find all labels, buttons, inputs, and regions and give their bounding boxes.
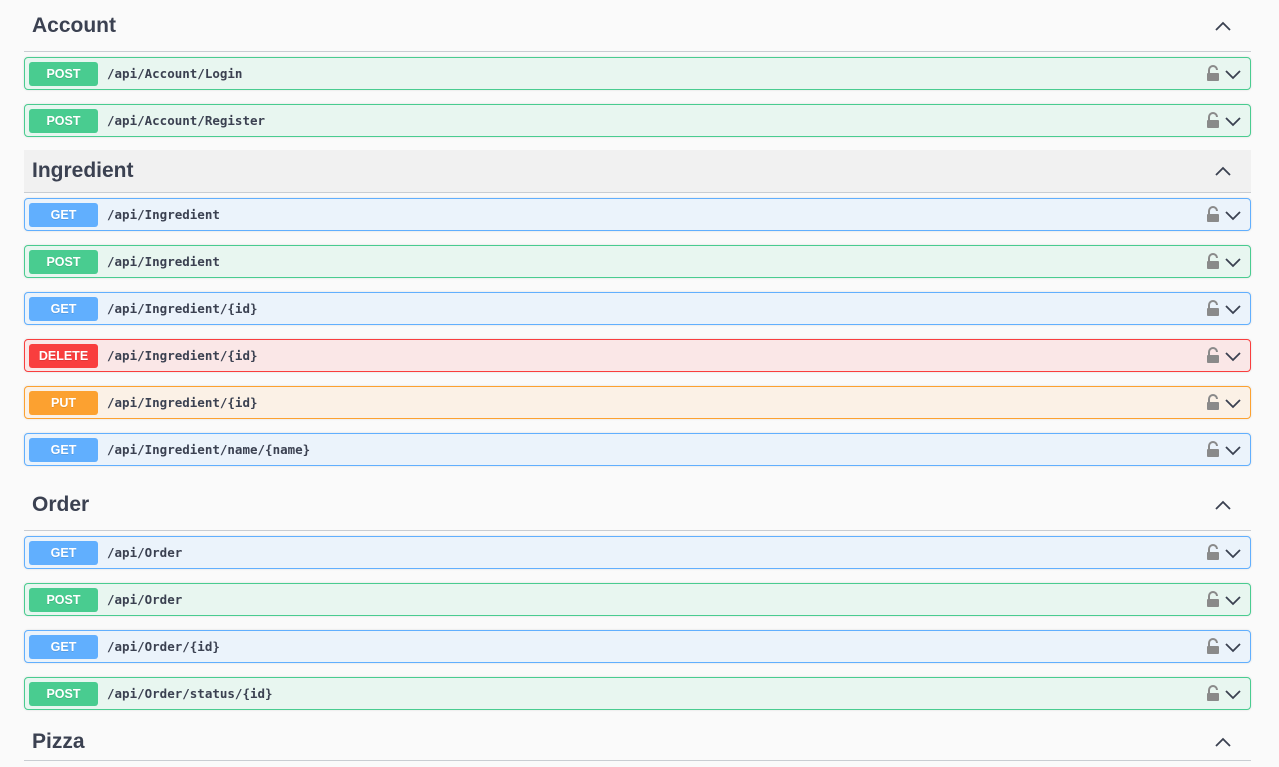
endpoint-path: /api/Ingredient/{id}: [107, 301, 258, 316]
opblock-post[interactable]: POST/api/Order: [24, 583, 1251, 616]
opblock-post[interactable]: POST/api/Order/status/{id}: [24, 677, 1251, 710]
chevron-down-icon[interactable]: [1224, 350, 1242, 362]
method-badge: GET: [29, 634, 98, 659]
tag-section-account: Account POST/api/Account/Login POST/api/Ac…: [24, 0, 1251, 137]
chevron-down-icon[interactable]: [1224, 115, 1242, 127]
lock-icon[interactable]: [1206, 206, 1220, 223]
chevron-down-icon[interactable]: [1224, 547, 1242, 559]
tag-header[interactable]: Order: [24, 479, 1251, 531]
chevron-up-icon[interactable]: [1209, 157, 1237, 185]
method-badge: GET: [29, 540, 98, 565]
chevron-down-icon[interactable]: [1224, 444, 1242, 456]
opblock-put[interactable]: PUT/api/Ingredient/{id}: [24, 386, 1251, 419]
chevron-down-icon[interactable]: [1224, 68, 1242, 80]
opblock-actions: [1206, 65, 1242, 82]
tag-section-order: Order GET/api/Order POST/api/Order GET/api/…: [24, 479, 1251, 710]
method-badge: POST: [29, 587, 98, 612]
endpoint-path: /api/Order/{id}: [107, 639, 220, 654]
opblock-get[interactable]: GET/api/Ingredient/name/{name}: [24, 433, 1251, 466]
lock-icon[interactable]: [1206, 347, 1220, 364]
opblock-get[interactable]: GET/api/Ingredient/{id}: [24, 292, 1251, 325]
method-badge: POST: [29, 108, 98, 133]
opblock-actions: [1206, 591, 1242, 608]
chevron-down-icon[interactable]: [1224, 397, 1242, 409]
lock-icon[interactable]: [1206, 394, 1220, 411]
opblock-actions: [1206, 394, 1242, 411]
swagger-operations-list: Account POST/api/Account/Login POST/api/Ac…: [0, 0, 1279, 767]
lock-icon[interactable]: [1206, 112, 1220, 129]
chevron-down-icon[interactable]: [1224, 256, 1242, 268]
method-badge: GET: [29, 296, 98, 321]
chevron-up-icon[interactable]: [1209, 728, 1237, 756]
endpoint-path: /api/Order/status/{id}: [107, 686, 273, 701]
opblock-actions: [1206, 638, 1242, 655]
lock-icon[interactable]: [1206, 253, 1220, 270]
endpoint-path: /api/Order: [107, 545, 183, 560]
chevron-up-icon[interactable]: [1209, 12, 1237, 40]
endpoint-path: /api/Ingredient/{id}: [107, 395, 258, 410]
method-badge: POST: [29, 61, 98, 86]
opblock-post[interactable]: POST/api/Account/Login: [24, 57, 1251, 90]
opblock-actions: [1206, 300, 1242, 317]
endpoint-path: /api/Ingredient: [107, 254, 220, 269]
tag-section-ingredient: Ingredient GET/api/Ingredient POST/api/Ing…: [24, 150, 1251, 466]
chevron-down-icon[interactable]: [1224, 688, 1242, 700]
chevron-down-icon[interactable]: [1224, 209, 1242, 221]
tag-header[interactable]: Pizza: [24, 723, 1251, 761]
chevron-down-icon[interactable]: [1224, 303, 1242, 315]
opblock-get[interactable]: GET/api/Order: [24, 536, 1251, 569]
chevron-down-icon[interactable]: [1224, 594, 1242, 606]
chevron-down-icon[interactable]: [1224, 641, 1242, 653]
endpoint-path: /api/Ingredient/{id}: [107, 348, 258, 363]
method-badge: DELETE: [29, 343, 98, 368]
opblock-delete[interactable]: DELETE/api/Ingredient/{id}: [24, 339, 1251, 372]
lock-icon[interactable]: [1206, 441, 1220, 458]
endpoint-path: /api/Account/Login: [107, 66, 243, 81]
lock-icon[interactable]: [1206, 685, 1220, 702]
opblock-actions: [1206, 206, 1242, 223]
opblock-get[interactable]: GET/api/Order/{id}: [24, 630, 1251, 663]
tag-title: Ingredient: [32, 159, 134, 182]
tag-section-pizza: Pizza: [24, 723, 1251, 761]
lock-icon[interactable]: [1206, 638, 1220, 655]
opblock-actions: [1206, 112, 1242, 129]
method-badge: GET: [29, 202, 98, 227]
endpoint-path: /api/Ingredient: [107, 207, 220, 222]
opblock-post[interactable]: POST/api/Ingredient: [24, 245, 1251, 278]
tag-title: Order: [32, 492, 90, 516]
lock-icon[interactable]: [1206, 300, 1220, 317]
endpoint-path: /api/Ingredient/name/{name}: [107, 442, 311, 457]
opblock-post[interactable]: POST/api/Account/Register: [24, 104, 1251, 137]
opblock-actions: [1206, 441, 1242, 458]
tag-title: Pizza: [32, 729, 85, 753]
method-badge: POST: [29, 681, 98, 706]
lock-icon[interactable]: [1206, 544, 1220, 561]
lock-icon[interactable]: [1206, 65, 1220, 82]
method-badge: POST: [29, 249, 98, 274]
opblock-actions: [1206, 253, 1242, 270]
opblock-actions: [1206, 347, 1242, 364]
tag-header[interactable]: Ingredient: [24, 150, 1251, 193]
endpoint-path: /api/Account/Register: [107, 113, 266, 128]
method-badge: PUT: [29, 390, 98, 415]
tag-title: Account: [32, 13, 116, 37]
opblock-actions: [1206, 544, 1242, 561]
lock-icon[interactable]: [1206, 591, 1220, 608]
method-badge: GET: [29, 437, 98, 462]
endpoint-path: /api/Order: [107, 592, 183, 607]
chevron-up-icon[interactable]: [1209, 491, 1237, 519]
opblock-get[interactable]: GET/api/Ingredient: [24, 198, 1251, 231]
opblock-actions: [1206, 685, 1242, 702]
tag-header[interactable]: Account: [24, 0, 1251, 52]
